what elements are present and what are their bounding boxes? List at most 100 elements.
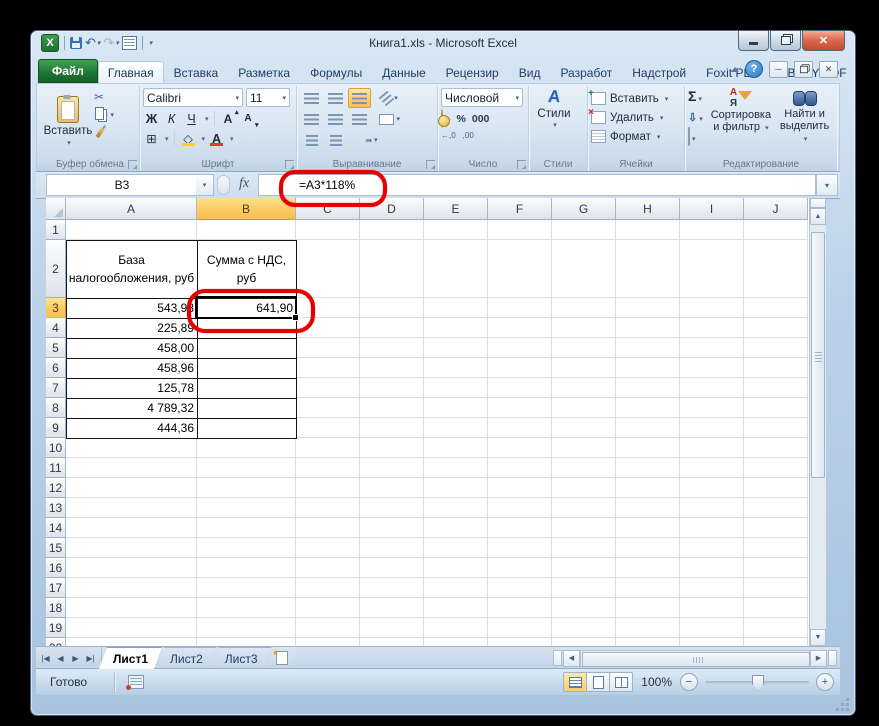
- dialog-launcher-icon[interactable]: [128, 160, 137, 169]
- ribbon-tab-insert[interactable]: Вставка: [164, 61, 229, 83]
- workbook-minimize-button[interactable]: ─: [769, 60, 788, 78]
- minimize-button[interactable]: [738, 31, 769, 51]
- dialog-launcher-icon[interactable]: [517, 160, 526, 169]
- vertical-scroll-thumb[interactable]: [811, 232, 825, 478]
- increase-decimal-button[interactable]: ←,0: [441, 131, 456, 140]
- cell-A8[interactable]: 4 789,32: [66, 398, 197, 418]
- find-select-button[interactable]: Найти и выделить ▾: [775, 87, 834, 156]
- scroll-right-button[interactable]: ▶: [810, 649, 827, 667]
- row-header-14[interactable]: 14: [46, 518, 66, 538]
- borders-button[interactable]: ⊞: [143, 130, 160, 147]
- row-header-17[interactable]: 17: [46, 578, 66, 598]
- insert-cells-button[interactable]: Вставить ▾: [588, 88, 681, 108]
- row-header-6[interactable]: 6: [46, 358, 66, 378]
- number-format-select[interactable]: Числовой ▾: [441, 88, 523, 107]
- page-layout-view-button[interactable]: [587, 673, 611, 691]
- format-cells-button[interactable]: Формат ▾: [591, 127, 681, 146]
- cell-A7[interactable]: 125,78: [66, 378, 197, 398]
- row-header-10[interactable]: 10: [46, 438, 66, 458]
- font-size-select[interactable]: 11 ▾: [246, 88, 290, 107]
- shrink-font-button[interactable]: A ▾: [240, 110, 258, 129]
- selected-cell-outline[interactable]: [195, 296, 299, 321]
- decrease-decimal-button[interactable]: ,00: [463, 131, 474, 140]
- autosum-button[interactable]: Σ ▾: [688, 88, 703, 106]
- sort-filter-button[interactable]: Сортировка и фильтр ▾: [707, 87, 775, 156]
- font-family-select[interactable]: Calibri ▾: [143, 88, 243, 107]
- fill-button[interactable]: ⇩ ▾: [688, 108, 703, 126]
- expand-formula-bar-button[interactable]: ▾: [816, 174, 838, 196]
- row-header-4[interactable]: 4: [46, 318, 66, 338]
- workbook-restore-button[interactable]: [794, 60, 813, 78]
- cell-B2[interactable]: Сумма с НДС, руб: [197, 240, 296, 298]
- normal-view-button[interactable]: [564, 673, 588, 691]
- cell-A9[interactable]: 444,36: [66, 418, 197, 438]
- orientation-button[interactable]: ▾: [378, 88, 401, 108]
- bold-button[interactable]: Ж: [143, 110, 160, 127]
- ribbon-tab-home[interactable]: Главная: [97, 61, 164, 83]
- zoom-slider[interactable]: [705, 674, 809, 691]
- align-top-button[interactable]: [300, 88, 323, 108]
- vertical-split-handle[interactable]: [810, 198, 826, 208]
- row-header-18[interactable]: 18: [46, 598, 66, 618]
- increase-indent-button[interactable]: [324, 130, 347, 150]
- currency-format-button[interactable]: ▾: [441, 109, 451, 128]
- percent-style-button[interactable]: %: [457, 113, 466, 125]
- align-right-button[interactable]: [348, 109, 371, 129]
- column-header-C[interactable]: C: [296, 198, 360, 220]
- collapse-ribbon-icon[interactable]: [731, 66, 739, 72]
- macro-record-icon[interactable]: [126, 675, 144, 690]
- formula-input[interactable]: =A3*118%: [258, 174, 816, 196]
- ribbon-tab-layout[interactable]: Разметка: [228, 61, 300, 83]
- grow-font-button[interactable]: A ▴: [220, 109, 239, 127]
- paste-button[interactable]: Вставить ▾: [44, 87, 92, 156]
- help-icon[interactable]: ?: [745, 60, 763, 78]
- sheet-tab-2[interactable]: Лист2: [156, 647, 217, 669]
- ribbon-tab-view[interactable]: Вид: [509, 61, 551, 83]
- cell-A4[interactable]: 225,89: [66, 318, 197, 338]
- format-painter-button[interactable]: [94, 125, 114, 140]
- vertical-scrollbar[interactable]: ▲ ▼: [809, 198, 826, 646]
- row-header-15[interactable]: 15: [46, 538, 66, 558]
- zoom-level[interactable]: 100%: [641, 675, 672, 689]
- next-sheet-button[interactable]: ▶: [69, 654, 82, 663]
- zoom-slider-thumb[interactable]: [752, 674, 764, 691]
- italic-button[interactable]: К: [163, 110, 180, 127]
- scroll-left-button[interactable]: ◀: [563, 649, 580, 667]
- scroll-up-button[interactable]: ▲: [810, 208, 826, 225]
- row-header-12[interactable]: 12: [46, 478, 66, 498]
- column-header-I[interactable]: I: [680, 198, 744, 220]
- cut-button[interactable]: ✂: [94, 89, 114, 104]
- sheet-tab-3[interactable]: Лист3: [211, 647, 272, 669]
- row-header-11[interactable]: 11: [46, 458, 66, 478]
- row-header-20[interactable]: 20: [46, 638, 66, 646]
- name-box-dropdown[interactable]: ▾: [196, 174, 214, 196]
- align-center-button[interactable]: [324, 109, 347, 129]
- row-header-8[interactable]: 8: [46, 398, 66, 418]
- zoom-out-button[interactable]: −: [680, 673, 698, 691]
- row-header-9[interactable]: 9: [46, 418, 66, 438]
- fill-color-button[interactable]: ◇: [180, 130, 197, 147]
- cell-A6[interactable]: 458,96: [66, 358, 197, 378]
- row-header-2[interactable]: 2: [46, 240, 66, 298]
- row-header-13[interactable]: 13: [46, 498, 66, 518]
- ribbon-tab-developer[interactable]: Разработ: [550, 61, 622, 83]
- merge-center-button[interactable]: ▾: [378, 109, 401, 129]
- column-header-B[interactable]: B: [197, 198, 296, 220]
- dialog-launcher-icon[interactable]: [285, 160, 294, 169]
- wrap-text-button[interactable]: ⇛ ▾: [360, 130, 383, 150]
- row-header-7[interactable]: 7: [46, 378, 66, 398]
- cell-A3[interactable]: 543,98: [66, 298, 197, 318]
- name-box[interactable]: B3: [46, 174, 198, 196]
- column-header-F[interactable]: F: [488, 198, 552, 220]
- sheet-tab-1[interactable]: Лист1: [99, 647, 162, 669]
- styles-button[interactable]: A Стили ▾: [532, 87, 576, 129]
- comma-style-button[interactable]: 000: [472, 113, 490, 125]
- clear-button[interactable]: ▾: [688, 127, 703, 146]
- decrease-indent-button[interactable]: [300, 130, 323, 150]
- first-sheet-button[interactable]: |◀: [39, 654, 52, 663]
- close-button[interactable]: ✕: [802, 31, 845, 51]
- row-header-1[interactable]: 1: [46, 220, 66, 240]
- workbook-close-button[interactable]: ✕: [819, 60, 838, 78]
- row-header-3[interactable]: 3: [46, 298, 66, 318]
- formula-bar-splitter[interactable]: [217, 175, 230, 195]
